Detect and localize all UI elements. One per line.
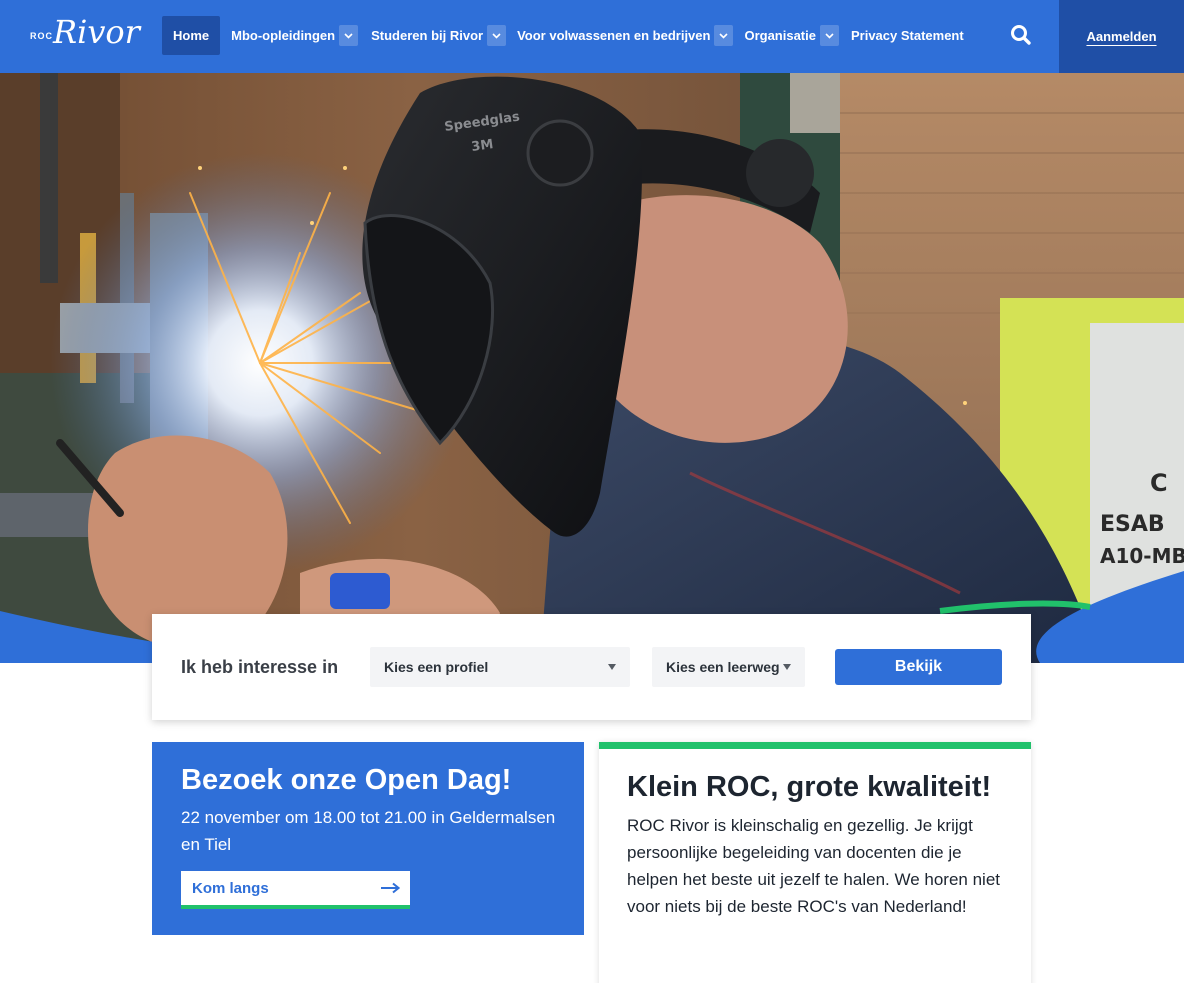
chevron-down-icon[interactable] <box>819 25 839 46</box>
chevron-down-icon[interactable] <box>339 25 359 46</box>
logo-name: Rivor <box>53 13 140 51</box>
profile-select[interactable]: Kies een profiel <box>370 647 630 687</box>
caret-down-icon <box>608 664 616 670</box>
bekijk-button[interactable]: Bekijk <box>835 649 1002 685</box>
caret-down-icon <box>783 664 791 670</box>
chevron-down-icon[interactable] <box>714 25 734 46</box>
nav-item-privacy-statement[interactable]: Privacy Statement <box>851 16 964 55</box>
open-day-title: Bezoek onze Open Dag! <box>181 764 512 796</box>
nav-item-label: Privacy Statement <box>850 28 964 43</box>
hero-image-welder: ESAB A10-MB C Speedglas 3M <box>0 73 1184 663</box>
logo-prefix: ROC <box>30 31 53 41</box>
main-menu: Home Mbo-opleidingen Studeren bij Rivor Voo… <box>162 16 964 55</box>
login-link[interactable]: Aanmelden <box>1086 29 1156 44</box>
nav-item-label: Voor volwassenen en bedrijven <box>517 28 711 43</box>
svg-text:3M: 3M <box>470 137 494 155</box>
quality-card: Klein ROC, grote kwaliteit! ROC Rivor is… <box>599 742 1031 983</box>
nav-item-label: Studeren bij Rivor <box>371 28 484 43</box>
nav-item-label: Organisatie <box>744 28 816 43</box>
interest-filter-panel: Ik heb interesse in Kies een profiel Kie… <box>152 614 1031 720</box>
leerweg-select-value: Kies een leerweg <box>666 659 780 675</box>
nav-item-home[interactable]: Home <box>162 16 221 55</box>
nav-item-organisatie[interactable]: Organisatie <box>744 16 839 55</box>
leerweg-select[interactable]: Kies een leerweg <box>652 647 805 687</box>
svg-text:ESAB: ESAB <box>1100 512 1165 537</box>
kom-langs-label: Kom langs <box>192 879 269 897</box>
svg-text:A10-MB: A10-MB <box>1100 544 1184 568</box>
nav-item-mbo-opleidingen[interactable]: Mbo-opleidingen <box>231 16 359 55</box>
quality-title: Klein ROC, grote kwaliteit! <box>627 771 992 803</box>
kom-langs-button[interactable]: Kom langs <box>181 871 410 909</box>
svg-text:C: C <box>1150 469 1168 497</box>
nav-item-label: Mbo-opleidingen <box>231 28 336 43</box>
quality-body: ROC Rivor is kleinschalig en gezellig. J… <box>627 816 1000 916</box>
site-logo[interactable]: ROC Rivor <box>30 12 140 58</box>
search-icon[interactable] <box>1008 22 1034 48</box>
profile-select-value: Kies een profiel <box>384 659 489 675</box>
arrow-right-icon <box>381 882 400 894</box>
open-day-card: Bezoek onze Open Dag! 22 november om 18.… <box>152 742 584 935</box>
top-navigation-bar: ROC Rivor Home Mbo-opleidingen Studeren bi… <box>0 0 1184 73</box>
nav-item-voor-volwassenen-en-bedrijven[interactable]: Voor volwassenen en bedrijven <box>517 16 734 55</box>
chevron-down-icon[interactable] <box>487 25 507 46</box>
filter-label: Ik heb interesse in <box>181 657 339 677</box>
login-area: Aanmelden <box>1059 0 1184 73</box>
open-day-subtitle: 22 november om 18.00 tot 21.00 in Gelder… <box>181 808 556 854</box>
nav-item-studeren-bij-rivor[interactable]: Studeren bij Rivor <box>371 16 507 55</box>
nav-item-label: Home <box>173 28 210 43</box>
